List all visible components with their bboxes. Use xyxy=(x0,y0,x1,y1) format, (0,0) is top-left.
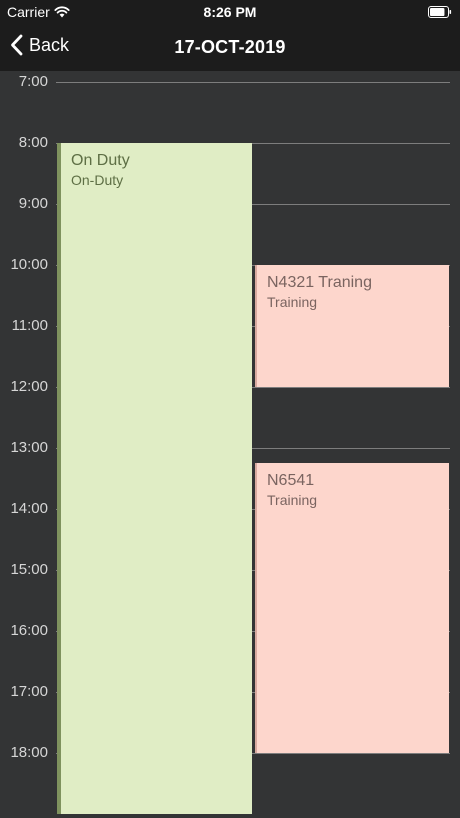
status-bar: Carrier 8:26 PM xyxy=(0,0,460,24)
hour-label: 7:00 xyxy=(18,73,48,90)
page-title: 17-OCT-2019 xyxy=(174,37,286,57)
hour-label: 15:00 xyxy=(10,561,48,578)
hour-label: 17:00 xyxy=(10,683,48,700)
event-title: N4321 Traning xyxy=(267,274,372,291)
hour-grid-line xyxy=(56,82,450,83)
hour-label: 16:00 xyxy=(10,622,48,639)
event-title: On Duty xyxy=(71,152,130,169)
hour-label: 13:00 xyxy=(10,439,48,456)
hour-label: 10:00 xyxy=(10,256,48,273)
day-calendar-view[interactable]: 7:00 8:00 9:00 10:00 11:00 12:00 13:00 14:00 15:… xyxy=(0,71,460,818)
event-title: N6541 xyxy=(267,472,315,490)
event-training[interactable]: N4321 Traning Training xyxy=(255,265,449,387)
event-subtitle: Training xyxy=(267,294,318,310)
hour-label: 8:00 xyxy=(18,134,48,151)
hour-label: 14:00 xyxy=(10,500,48,517)
event-duty[interactable]: On Duty On-Duty xyxy=(57,143,252,814)
hour-label: 12:00 xyxy=(10,378,48,395)
event-subtitle: On-Duty xyxy=(71,172,124,188)
status-time: 8:26 PM xyxy=(203,4,257,20)
screen: Carrier 8:26 PM Back 17-OCT-2019 7:00 8:… xyxy=(0,0,460,818)
battery-icon xyxy=(428,5,452,18)
event-subtitle: Training xyxy=(267,492,318,509)
hour-label: 18:00 xyxy=(10,744,48,761)
hour-row: 7:00 xyxy=(0,72,460,92)
navigation-bar: Back 17-OCT-2019 xyxy=(0,24,460,71)
hour-label: 11:00 xyxy=(11,317,48,334)
hour-label: 9:00 xyxy=(18,195,48,212)
event-training[interactable]: N6541 Training xyxy=(255,463,449,753)
